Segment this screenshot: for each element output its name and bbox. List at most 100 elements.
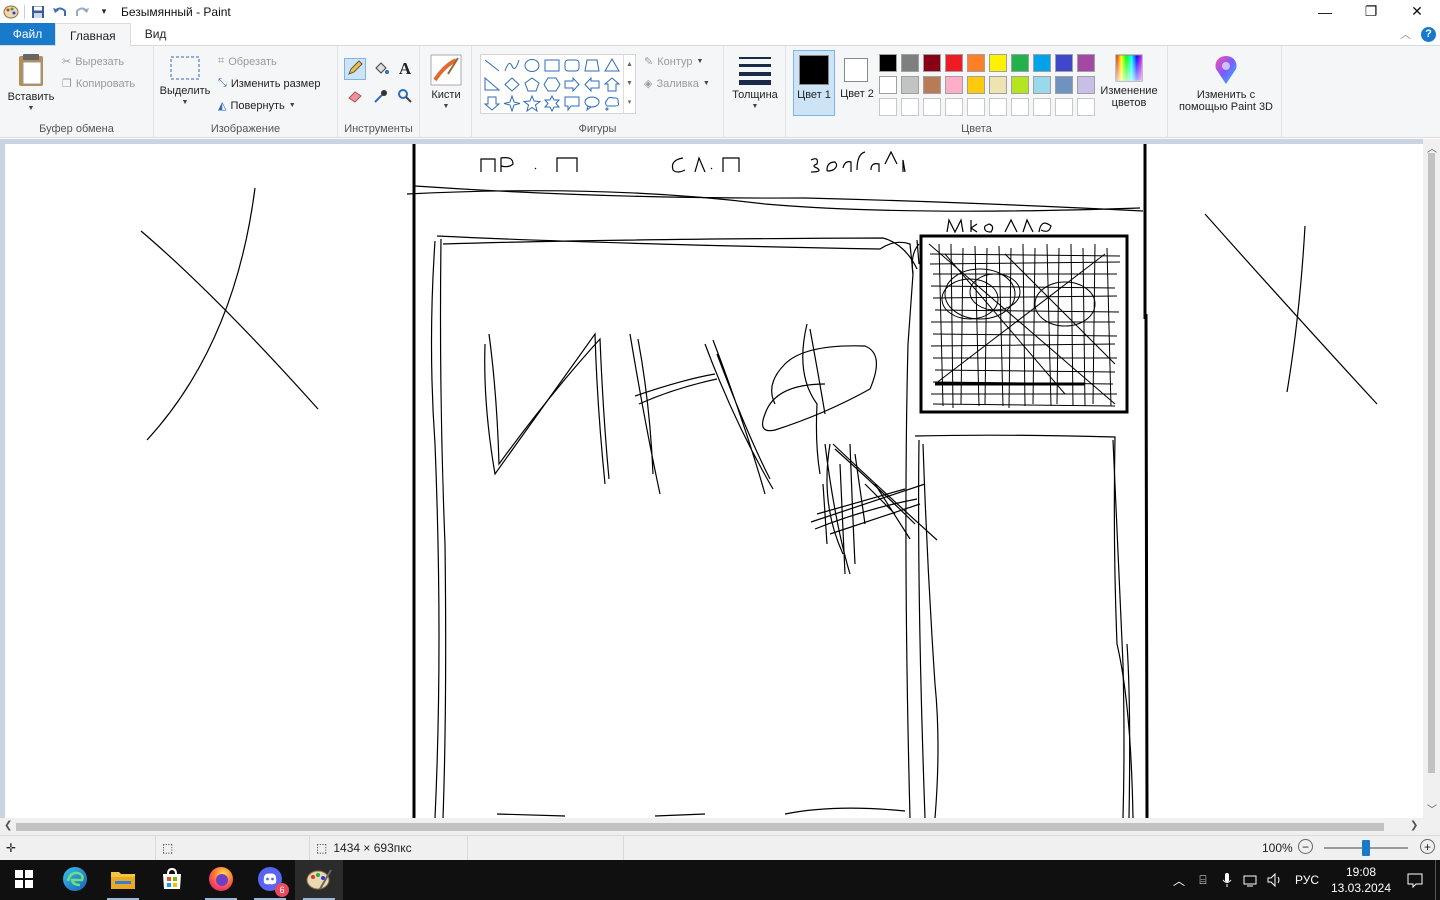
palette-swatch[interactable] xyxy=(1055,76,1073,94)
collapse-ribbon-icon[interactable]: ︿ xyxy=(1400,26,1411,42)
size-button[interactable]: Толщина ▼ xyxy=(730,54,780,113)
color1-button[interactable]: Цвет 1 xyxy=(793,50,835,116)
horizontal-scrollbar[interactable]: ❮ ❯ xyxy=(0,818,1440,835)
brushes-button[interactable]: Кисти ▼ xyxy=(426,54,466,113)
volume-icon[interactable] xyxy=(1263,860,1287,900)
horizontal-scroll-thumb[interactable] xyxy=(16,823,1384,831)
undo-icon[interactable] xyxy=(51,3,69,21)
cut-button[interactable]: ✂ Вырезать xyxy=(62,55,124,69)
clock[interactable]: 19:08 13.03.2024 xyxy=(1327,864,1395,896)
scroll-right-icon[interactable]: ❯ xyxy=(1410,820,1418,831)
zoom-out-button[interactable]: − xyxy=(1298,839,1313,854)
right-triangle-shape-icon[interactable] xyxy=(483,76,503,95)
palette-swatch[interactable] xyxy=(901,76,919,94)
input-language[interactable]: РУС xyxy=(1287,873,1327,887)
palette-swatch[interactable] xyxy=(1055,98,1073,116)
rotate-button[interactable]: ◭ Повернуть ▼ xyxy=(218,99,296,113)
palette-swatch[interactable] xyxy=(923,76,941,94)
pencil-tool[interactable] xyxy=(344,58,366,80)
scroll-down-icon[interactable]: ﹀ xyxy=(1427,801,1437,816)
polygon-shape-icon[interactable] xyxy=(583,57,603,76)
paint3d-button[interactable]: Изменить с помощью Paint 3D xyxy=(1172,54,1280,113)
curve-shape-icon[interactable] xyxy=(503,57,523,76)
palette-swatch[interactable] xyxy=(879,98,897,116)
vertical-scrollbar[interactable]: ︿ ﹀ xyxy=(1423,139,1440,818)
palette-swatch[interactable] xyxy=(1011,54,1029,72)
up-arrow-shape-icon[interactable] xyxy=(603,76,623,95)
rect-callout-shape-icon[interactable] xyxy=(563,95,583,114)
paste-button[interactable]: Вставить ▼ xyxy=(6,52,56,115)
drawing-canvas[interactable] xyxy=(5,144,1423,818)
palette-swatch[interactable] xyxy=(1077,98,1095,116)
minimize-button[interactable]: — xyxy=(1302,0,1348,23)
shapes-scroll[interactable]: ▲ ▼ ▾ xyxy=(623,55,635,113)
save-icon[interactable] xyxy=(29,3,47,21)
color-picker-tool[interactable] xyxy=(370,86,392,108)
rectangle-shape-icon[interactable] xyxy=(543,57,563,76)
select-button[interactable]: Выделить ▼ xyxy=(158,54,212,109)
diamond-shape-icon[interactable] xyxy=(503,76,523,95)
pentagon-shape-icon[interactable] xyxy=(523,76,543,95)
camera-icon[interactable]: ⌸ xyxy=(1191,860,1215,900)
down-arrow-shape-icon[interactable] xyxy=(483,95,503,114)
cloud-callout-shape-icon[interactable] xyxy=(603,95,623,114)
taskbar-discord[interactable]: 6 xyxy=(246,860,294,900)
taskbar-edge[interactable] xyxy=(51,860,99,900)
line-shape-icon[interactable] xyxy=(483,57,503,76)
start-button[interactable] xyxy=(0,860,48,900)
palette-swatch[interactable] xyxy=(1033,54,1051,72)
four-point-star-shape-icon[interactable] xyxy=(503,94,523,114)
palette-swatch[interactable] xyxy=(1055,54,1073,72)
palette-swatch[interactable] xyxy=(1077,76,1095,94)
palette-swatch[interactable] xyxy=(967,98,985,116)
left-arrow-shape-icon[interactable] xyxy=(583,76,603,95)
palette-swatch[interactable] xyxy=(901,98,919,116)
outline-button[interactable]: ✎ Контур ▼ xyxy=(644,55,703,69)
zoom-slider-thumb[interactable] xyxy=(1362,840,1370,856)
customize-qat-icon[interactable]: ▾ xyxy=(95,3,113,21)
eraser-tool[interactable] xyxy=(344,86,366,108)
notifications-icon[interactable] xyxy=(1395,860,1435,900)
palette-swatch[interactable] xyxy=(1077,54,1095,72)
copy-button[interactable]: ❐ Копировать xyxy=(62,77,135,91)
redo-icon[interactable] xyxy=(73,3,91,21)
zoom-in-button[interactable]: + xyxy=(1420,839,1435,854)
color2-button[interactable]: Цвет 2 xyxy=(838,50,876,116)
taskbar-store[interactable] xyxy=(148,860,196,900)
tab-file[interactable]: Файл xyxy=(0,23,55,45)
edit-colors-button[interactable]: Изменение цветов xyxy=(1096,54,1162,109)
taskbar-paint[interactable] xyxy=(295,860,343,900)
palette-swatch[interactable] xyxy=(1033,98,1051,116)
text-tool[interactable]: A xyxy=(394,58,416,80)
resize-button[interactable]: ⤡ Изменить размер xyxy=(218,77,320,90)
maximize-button[interactable]: ❐ xyxy=(1348,0,1394,23)
magnifier-tool[interactable] xyxy=(394,86,416,108)
right-arrow-shape-icon[interactable] xyxy=(563,76,583,95)
network-icon[interactable] xyxy=(1239,860,1263,900)
palette-swatch[interactable] xyxy=(879,54,897,72)
tab-view[interactable]: Вид xyxy=(131,23,181,45)
fill-button[interactable]: ◈ Заливка ▼ xyxy=(644,77,710,91)
close-button[interactable]: ✕ xyxy=(1394,0,1440,23)
oval-callout-shape-icon[interactable] xyxy=(583,95,603,114)
tab-home[interactable]: Главная xyxy=(55,23,131,47)
show-desktop-button[interactable] xyxy=(1435,860,1440,900)
palette-swatch[interactable] xyxy=(1033,76,1051,94)
palette-swatch[interactable] xyxy=(989,76,1007,94)
palette-swatch[interactable] xyxy=(967,76,985,94)
six-point-star-shape-icon[interactable] xyxy=(543,94,563,114)
five-point-star-shape-icon[interactable] xyxy=(522,94,543,114)
palette-swatch[interactable] xyxy=(1011,76,1029,94)
palette-swatch[interactable] xyxy=(989,98,1007,116)
vertical-scroll-thumb[interactable] xyxy=(1428,153,1435,773)
palette-swatch[interactable] xyxy=(967,54,985,72)
palette-swatch[interactable] xyxy=(1011,98,1029,116)
microphone-icon[interactable] xyxy=(1215,860,1239,900)
show-hidden-icons-chevron-icon[interactable]: ︿ xyxy=(1167,860,1191,900)
palette-swatch[interactable] xyxy=(945,98,963,116)
taskbar-firefox[interactable] xyxy=(197,860,245,900)
rounded-rectangle-shape-icon[interactable] xyxy=(563,57,583,76)
hexagon-shape-icon[interactable] xyxy=(543,76,563,95)
scroll-left-icon[interactable]: ❮ xyxy=(4,820,12,831)
triangle-shape-icon[interactable] xyxy=(603,57,623,76)
